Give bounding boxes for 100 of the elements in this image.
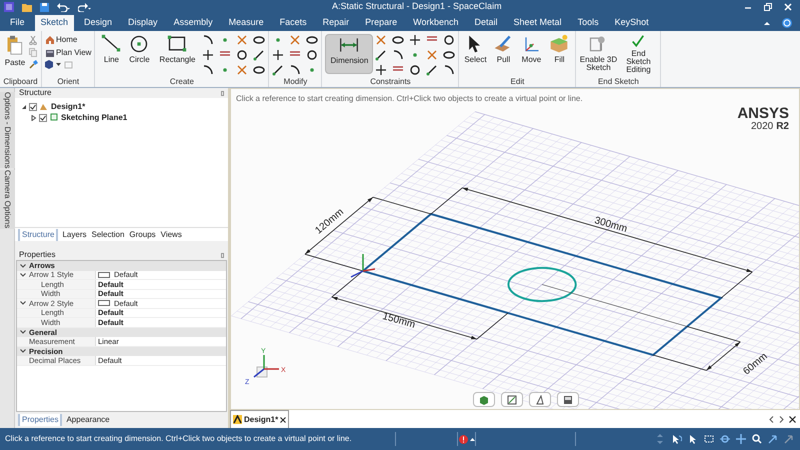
panel-tab[interactable]: Groups (128, 228, 157, 240)
error-icon[interactable] (458, 434, 468, 444)
line-icon[interactable] (272, 64, 284, 76)
close-icon[interactable] (280, 416, 286, 422)
arrow-icon[interactable] (784, 434, 794, 444)
chevron-icon[interactable] (20, 330, 26, 334)
collapse-icon[interactable] (21, 104, 27, 110)
cube-icon[interactable] (45, 60, 53, 69)
side-tab[interactable]: Options - Dimensions (0, 92, 15, 168)
ellipse-icon[interactable] (253, 34, 266, 46)
style-swatch[interactable] (98, 272, 110, 278)
menu-tab[interactable]: Detail (468, 15, 504, 31)
line-icon[interactable] (375, 49, 388, 61)
menu-tab[interactable]: Workbench (407, 15, 465, 31)
tree-item[interactable]: Sketching Plane1 (61, 112, 128, 124)
ellipse-icon[interactable] (253, 64, 266, 76)
cross-icon[interactable] (289, 34, 302, 46)
circle-icon[interactable] (236, 49, 248, 61)
menu-tab[interactable]: Display (122, 15, 164, 31)
plus-icon[interactable] (409, 34, 422, 46)
undo-icon[interactable] (57, 2, 70, 12)
checkbox[interactable] (29, 102, 37, 110)
view-tool-button[interactable] (529, 392, 551, 407)
chevron-icon[interactable] (20, 301, 26, 306)
arrow-icon[interactable] (768, 434, 778, 444)
panel-tab[interactable]: Selection (90, 228, 126, 240)
ellipse-icon[interactable] (392, 34, 404, 46)
checkbox[interactable] (39, 114, 47, 122)
dimension-line[interactable] (331, 270, 508, 340)
side-tab[interactable]: Camera Options (0, 170, 15, 229)
circle-icon[interactable] (409, 64, 422, 76)
sketch-circle[interactable] (507, 266, 577, 302)
menu-tab[interactable]: KeyShot (608, 15, 655, 31)
ellipse-icon[interactable] (443, 49, 456, 61)
tool-button[interactable]: Line (98, 34, 124, 74)
panel-tab[interactable]: Structure (18, 228, 58, 240)
view-tool-button[interactable] (557, 392, 579, 407)
tree-item[interactable]: Design1* (51, 100, 86, 112)
restore-icon[interactable] (764, 3, 772, 11)
dimension-line[interactable] (430, 188, 753, 298)
pointer-icon[interactable] (688, 434, 698, 444)
menu-tab[interactable]: Tools (572, 15, 605, 31)
view-tool-button[interactable] (501, 392, 523, 407)
tool-button[interactable]: Fill (546, 34, 572, 74)
tool-button[interactable]: Enable 3D Sketch (579, 34, 618, 74)
panel-tab[interactable]: Properties (18, 414, 62, 426)
close-icon[interactable] (789, 416, 796, 422)
zoom-icon[interactable] (752, 434, 762, 444)
save-icon[interactable] (40, 2, 49, 12)
line-icon[interactable] (253, 49, 266, 61)
redo-icon[interactable] (78, 2, 91, 12)
scissors-icon[interactable] (29, 36, 37, 45)
plus-icon[interactable] (272, 49, 284, 61)
tool-button[interactable]: Dimension (325, 34, 374, 74)
menu-tab[interactable]: Design (78, 15, 118, 31)
tool-button[interactable]: Pull (490, 34, 516, 74)
folder-icon[interactable] (22, 2, 32, 12)
view-tool-button[interactable] (473, 392, 495, 407)
arc-icon[interactable] (392, 49, 404, 61)
pan-icon[interactable] (736, 434, 746, 444)
menu-tab[interactable]: Facets (274, 15, 313, 31)
paste-button[interactable]: Paste (3, 34, 27, 67)
document-tab[interactable]: Design1* (230, 410, 290, 428)
plus-icon[interactable] (375, 64, 388, 76)
scroll-right-icon[interactable] (779, 416, 784, 422)
dimension-line[interactable] (304, 196, 432, 272)
scroll-left-icon[interactable] (769, 416, 774, 422)
menu-tab[interactable]: Prepare (359, 15, 404, 31)
circle-icon[interactable] (306, 49, 318, 61)
arc-icon[interactable] (202, 34, 214, 46)
menu-tab[interactable]: Sketch (34, 15, 74, 31)
panel-tab[interactable]: Appearance (65, 414, 111, 426)
dimension-line[interactable] (652, 326, 741, 371)
line-icon[interactable] (426, 64, 438, 76)
expand-icon[interactable] (31, 114, 37, 120)
ellipse-icon[interactable] (306, 34, 318, 46)
menu-tab[interactable]: Assembly (168, 15, 219, 31)
menu-tab[interactable]: Sheet Metal (508, 15, 568, 31)
style-swatch[interactable] (98, 300, 110, 306)
arc-icon[interactable] (443, 64, 456, 76)
chevron-icon[interactable] (20, 349, 26, 354)
selection-box-icon[interactable] (704, 434, 714, 444)
panel-tab[interactable]: Layers (61, 228, 88, 240)
tool-button[interactable]: End Sketch Editing (619, 34, 658, 74)
arc-icon[interactable] (202, 64, 214, 76)
caret-icon[interactable] (470, 438, 474, 440)
help-icon[interactable] (782, 18, 792, 28)
orient-button[interactable]: Home (45, 34, 92, 45)
menu-tab[interactable]: Measure (222, 15, 270, 31)
circle-icon[interactable] (443, 34, 456, 46)
caret-icon[interactable] (56, 63, 61, 66)
panel-tab[interactable]: Views (160, 228, 183, 240)
collapse-ribbon-icon[interactable] (764, 20, 770, 24)
menu-tab[interactable]: Repair (316, 15, 356, 31)
menu-tab[interactable]: File (4, 15, 31, 31)
tool-button[interactable]: Circle (126, 34, 152, 74)
orient-button[interactable]: Plan View (45, 47, 92, 58)
pointer-icon[interactable] (672, 434, 682, 444)
brush-icon[interactable] (29, 60, 38, 69)
arc-icon[interactable] (289, 64, 302, 76)
